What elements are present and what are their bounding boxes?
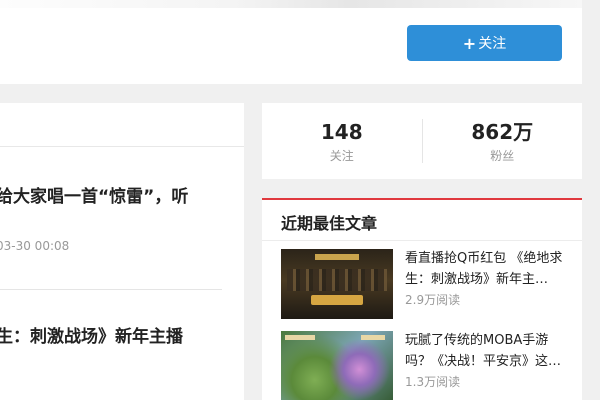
article-list: 给大家唱一首“惊雷”，听 03-30 00:08 生：刺激战场》新年主播	[0, 103, 244, 400]
fans-label: 粉丝	[490, 148, 515, 163]
following-label: 关注	[329, 148, 354, 163]
best-article-title[interactable]: 看直播抢Q币红包 《绝地求生：刺激战场》新年主…	[405, 248, 571, 290]
best-article-item-1[interactable]: 看直播抢Q币红包 《绝地求生：刺激战场》新年主… 2.9万阅读	[281, 249, 571, 319]
best-articles-title: 近期最佳文章	[281, 214, 378, 233]
best-article-thumbnail[interactable]	[281, 249, 393, 319]
best-article-item-2[interactable]: 玩腻了传统的MOBA手游吗？《决战！平安京》这… 1.3万阅读	[281, 331, 571, 400]
best-article-reads: 2.9万阅读	[405, 293, 461, 307]
thumbnail-logo	[311, 295, 363, 305]
plus-icon: +	[462, 33, 477, 53]
article-divider	[0, 289, 222, 290]
best-article-reads: 1.3万阅读	[405, 375, 461, 389]
article-title-2[interactable]: 生：刺激战场》新年主播	[0, 322, 183, 347]
follow-button-label: 关注	[478, 36, 507, 52]
follow-button[interactable]: + 关注	[407, 25, 562, 61]
thumbnail-hud	[361, 335, 385, 340]
best-articles-divider	[262, 240, 582, 241]
stat-fans[interactable]: 862万 粉丝	[423, 119, 583, 164]
fans-count: 862万	[471, 119, 534, 144]
article-list-header	[0, 103, 244, 147]
following-count: 148	[320, 119, 363, 144]
best-article-title[interactable]: 玩腻了传统的MOBA手游吗？《决战！平安京》这…	[405, 330, 571, 372]
thumbnail-banner	[315, 254, 359, 260]
stats-card: 148 关注 862万 粉丝	[262, 103, 582, 179]
best-articles-card: 近期最佳文章 看直播抢Q币红包 《绝地求生：刺激战场》新年主… 2.9万阅读 玩…	[262, 198, 582, 400]
article-title-1[interactable]: 给大家唱一首“惊雷”，听	[0, 182, 188, 207]
article-date-1: 03-30 00:08	[0, 239, 70, 253]
thumbnail-people	[287, 269, 387, 291]
profile-banner	[0, 0, 582, 8]
stat-following[interactable]: 148 关注	[262, 119, 422, 164]
thumbnail-hud	[285, 335, 315, 340]
best-article-thumbnail[interactable]	[281, 331, 393, 400]
profile-header: + 关注	[0, 0, 582, 84]
